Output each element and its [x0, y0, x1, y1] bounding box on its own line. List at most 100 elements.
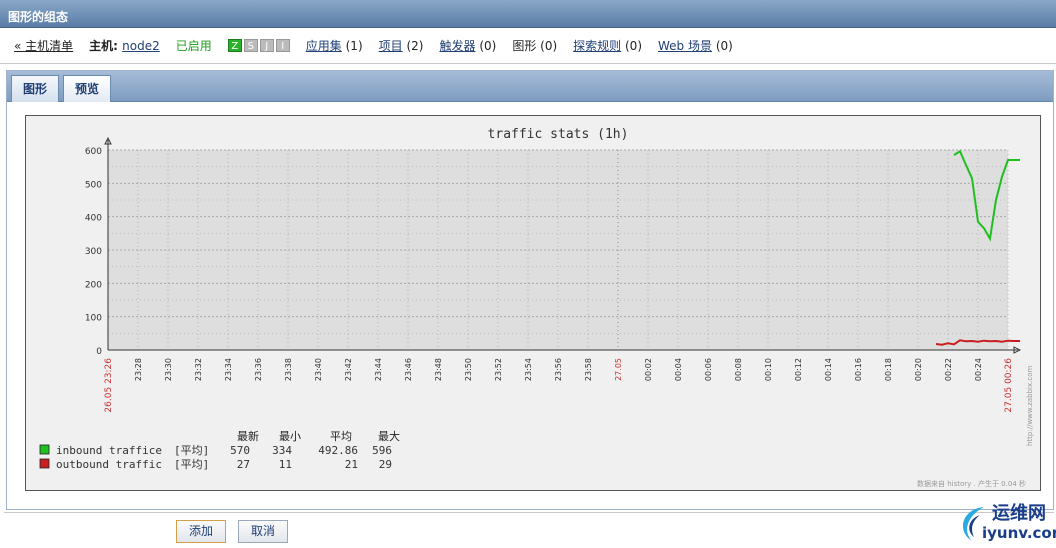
nav-triggers-count: (0) [479, 39, 497, 53]
tab-strip: 图形 预览 [7, 71, 1053, 102]
add-button[interactable]: 添加 [176, 520, 226, 543]
x-tick-label: 00:02 [644, 358, 653, 381]
y-tick-label: 100 [85, 314, 102, 324]
nav-graphs: 图形 (0) [512, 37, 557, 54]
y-tick-label: 500 [85, 180, 102, 190]
x-tick-label: 23:34 [224, 358, 233, 381]
nav-web[interactable]: Web 场景 (0) [658, 37, 733, 54]
legend-header: 最新 [237, 429, 259, 443]
x-tick-label: 00:08 [734, 358, 743, 381]
nav-discovery[interactable]: 探索规则 (0) [573, 37, 642, 54]
nav-applications-link[interactable]: 应用集 [306, 39, 342, 53]
ipmi-unavailable-icon: I [275, 39, 290, 52]
y-tick-label: 600 [85, 147, 102, 157]
legend-value: 29 [379, 458, 392, 471]
x-tick-label: 23:32 [194, 358, 203, 381]
nav-items-count: (2) [406, 39, 424, 53]
legend-value: 27 [237, 458, 250, 471]
x-tick-label: 23:40 [314, 358, 323, 381]
legend-header: 平均 [330, 430, 352, 443]
nav-graphs-label: 图形 [512, 39, 537, 53]
x-tick-label: 23:52 [494, 358, 503, 381]
x-tick-label: 00:20 [914, 358, 923, 381]
x-tick-label: 00:22 [944, 358, 953, 381]
host-navigation: « 主机清单 主机: node2 已启用 Z S J I 应用集 (1) 项目 … [0, 28, 1056, 64]
x-tick-label: 23:30 [164, 358, 173, 381]
x-tick-label: 00:18 [884, 358, 893, 381]
site-watermark: 运维网 iyunv.com [952, 497, 1056, 548]
nav-web-count: (0) [715, 39, 733, 53]
chart-footer-note: 数据来自 history . 产生于 0.04 秒 [917, 479, 1026, 488]
legend-value: 11 [279, 458, 292, 471]
nav-triggers-link[interactable]: 触发器 [439, 39, 475, 53]
y-tick-label: 0 [96, 347, 102, 357]
x-tick-label: 23:38 [284, 358, 293, 381]
back-to-hosts-link[interactable]: « 主机清单 [14, 37, 73, 54]
legend-series-name: outbound traffic [56, 458, 162, 471]
graph-form-panel: 图形 预览 traffic stats (1h) 0 100 200 300 400 500… [6, 70, 1054, 510]
x-tick-label: 00:06 [704, 358, 713, 381]
jmx-unavailable-icon: J [259, 39, 274, 52]
x-tick-label: 23:44 [374, 358, 383, 381]
x-tick-label: 23:36 [254, 358, 263, 381]
x-tick-label: 00:10 [764, 358, 773, 381]
host-status: 已启用 [175, 39, 212, 53]
legend-header: 最大 [378, 429, 400, 443]
snmp-unavailable-icon: S [243, 39, 258, 52]
nav-triggers[interactable]: 触发器 (0) [439, 37, 496, 54]
availability-icons: Z S J I [227, 39, 290, 52]
chart-side-note: http://www.zabbix.com [1026, 366, 1034, 446]
x-tick-label: 23:48 [434, 358, 443, 381]
x-tick-label: 27.05 [614, 358, 623, 381]
x-tick-label: 23:28 [134, 358, 143, 381]
host-prefix-label: 主机: [89, 39, 118, 53]
x-tick-label: 23:46 [404, 358, 413, 381]
nav-graphs-count: (0) [540, 39, 558, 53]
legend-value: 492.86 [318, 444, 358, 457]
nav-web-link[interactable]: Web 场景 [658, 39, 712, 53]
form-buttons: 添加 取消 [4, 512, 1054, 548]
legend-series-name: inbound traffice [56, 444, 162, 457]
legend-swatch [39, 458, 50, 469]
watermark-domain: iyunv.com [982, 524, 1056, 542]
chart-title: traffic stats (1h) [488, 127, 629, 142]
x-tick-label: 00:16 [854, 358, 863, 381]
x-tick-label: 23:54 [524, 358, 533, 381]
page-title: 图形的组态 [0, 0, 1056, 28]
nav-discovery-link[interactable]: 探索规则 [573, 39, 621, 53]
host-prefix: 主机: node2 [89, 37, 160, 54]
legend-value: 334 [272, 444, 292, 457]
legend-header: 最小 [279, 430, 301, 443]
x-tick-label: 23:58 [584, 358, 593, 381]
y-tick-label: 200 [85, 280, 102, 290]
cancel-button[interactable]: 取消 [238, 520, 288, 543]
legend-value: 21 [345, 458, 358, 471]
x-end-label: 27.05 00:26 [1004, 358, 1014, 413]
y-tick-label: 400 [85, 214, 102, 224]
y-tick-label: 300 [85, 247, 102, 257]
nav-items[interactable]: 项目 (2) [379, 37, 424, 54]
watermark-title: 运维网 [992, 503, 1046, 524]
x-tick-label: 00:04 [674, 358, 683, 381]
legend-function: [平均] [174, 458, 209, 471]
zabbix-agent-available-icon: Z [227, 39, 242, 52]
tab-graph[interactable]: 图形 [11, 75, 59, 102]
tab-preview[interactable]: 预览 [63, 75, 111, 102]
x-start-label: 26.05 23:26 [104, 358, 114, 413]
nav-applications-count: (1) [345, 39, 363, 53]
legend-value: 570 [230, 444, 250, 457]
x-tick-label: 00:24 [974, 358, 983, 381]
legend-function: [平均] [174, 444, 209, 457]
legend-value: 596 [372, 444, 392, 457]
x-tick-label: 23:50 [464, 358, 473, 381]
traffic-chart: traffic stats (1h) 0 100 200 300 400 500 600 23:… [39, 127, 1034, 488]
x-tick-label: 00:14 [824, 358, 833, 381]
nav-discovery-count: (0) [625, 39, 642, 53]
graph-preview: traffic stats (1h) 0 100 200 300 400 500 600 23:… [25, 115, 1041, 491]
x-tick-label: 00:12 [794, 358, 803, 381]
legend-swatch [39, 444, 50, 455]
x-tick-label: 23:56 [554, 358, 563, 381]
nav-applications[interactable]: 应用集 (1) [306, 37, 363, 54]
nav-items-link[interactable]: 项目 [379, 39, 403, 53]
host-name-link[interactable]: node2 [122, 39, 160, 53]
